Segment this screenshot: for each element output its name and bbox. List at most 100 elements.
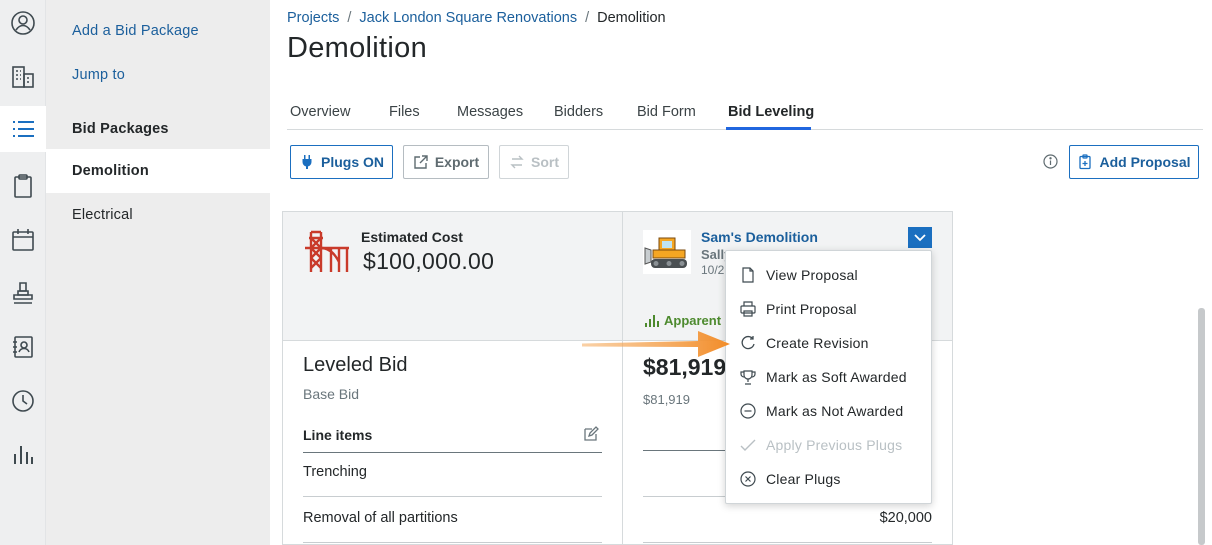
tab-bid-form[interactable]: Bid Form xyxy=(637,104,696,120)
menu-create-revision[interactable]: Create Revision xyxy=(726,326,931,360)
breadcrumb-project[interactable]: Jack London Square Renovations xyxy=(359,10,577,26)
column-divider xyxy=(622,212,623,545)
menu-item-label: Mark as Soft Awarded xyxy=(766,369,907,385)
sidebar: Add a Bid Package Jump to Bid Packages D… xyxy=(46,0,270,545)
bidder-row-value: $20,000 xyxy=(879,510,932,526)
sort-label: Sort xyxy=(531,154,559,170)
bidder-name-link[interactable]: Sam's Demolition xyxy=(701,229,818,245)
sort-icon xyxy=(510,155,524,169)
line-items-divider xyxy=(303,452,602,453)
edit-icon[interactable] xyxy=(583,426,599,442)
row-divider xyxy=(303,496,602,497)
tab-messages[interactable]: Messages xyxy=(457,104,523,120)
rail-contacts[interactable] xyxy=(0,324,46,370)
plugs-toggle-button[interactable]: Plugs ON xyxy=(290,145,393,179)
add-bid-package-link[interactable]: Add a Bid Package xyxy=(72,23,199,39)
bidder-contact: Sally xyxy=(701,247,725,262)
row-divider xyxy=(303,542,602,543)
rail-stamp[interactable] xyxy=(0,270,46,316)
menu-item-label: Apply Previous Plugs xyxy=(766,437,903,453)
row-divider xyxy=(643,496,733,497)
menu-item-label: Clear Plugs xyxy=(766,471,841,487)
line-item-trenching: Trenching xyxy=(303,464,367,480)
export-button[interactable]: Export xyxy=(403,145,489,179)
menu-print-proposal[interactable]: Print Proposal xyxy=(726,292,931,326)
chevron-down-icon xyxy=(914,233,926,241)
sidebar-item-demolition[interactable]: Demolition xyxy=(46,149,270,193)
plugs-label: Plugs ON xyxy=(320,154,384,170)
menu-apply-previous-plugs: Apply Previous Plugs xyxy=(726,428,931,462)
add-proposal-label: Add Proposal xyxy=(1099,154,1191,170)
tab-overview[interactable]: Overview xyxy=(290,104,350,120)
active-tab-indicator xyxy=(726,127,811,130)
jump-to-link[interactable]: Jump to xyxy=(72,67,125,83)
minus-circle-icon xyxy=(740,403,756,419)
list-icon xyxy=(13,121,34,137)
apparent-low-label: Apparent L xyxy=(664,313,724,328)
leveled-bid-title: Leveled Bid xyxy=(303,354,408,376)
export-icon xyxy=(414,155,428,169)
breadcrumb-separator: / xyxy=(347,10,352,26)
rail-buildings[interactable] xyxy=(0,54,46,100)
clock-icon xyxy=(12,390,34,412)
x-circle-icon xyxy=(740,471,756,487)
address-book-icon xyxy=(13,336,33,358)
line-item-removal: Removal of all partitions xyxy=(303,510,458,526)
bulldozer-icon xyxy=(643,230,691,274)
estimated-cost-value: $100,000.00 xyxy=(363,248,495,274)
estimated-cost-label: Estimated Cost xyxy=(361,229,463,245)
building-icon xyxy=(12,66,34,88)
rail-clipboard[interactable] xyxy=(0,163,46,209)
rail-calendar[interactable] xyxy=(0,217,46,263)
annotation-arrow xyxy=(582,331,730,357)
bidder-actions-menu: View Proposal Print Proposal Create Revi… xyxy=(725,250,932,504)
line-items-label: Line items xyxy=(303,427,373,443)
trophy-icon xyxy=(740,370,756,385)
tab-bar: Overview Files Messages Bidders Bid Form… xyxy=(287,96,1203,130)
apparent-low-badge: Apparent L xyxy=(644,313,724,328)
export-label: Export xyxy=(434,154,480,170)
bidder-line-items-divider xyxy=(643,450,733,451)
bar-chart-icon xyxy=(14,446,33,464)
sidebar-item-electrical[interactable]: Electrical xyxy=(46,193,270,237)
breadcrumb-projects[interactable]: Projects xyxy=(287,10,339,26)
page-title: Demolition xyxy=(287,32,427,64)
menu-item-label: Mark as Not Awarded xyxy=(766,403,904,419)
menu-item-label: View Proposal xyxy=(766,267,858,283)
row-divider xyxy=(643,542,932,543)
plug-icon xyxy=(302,155,312,169)
menu-item-label: Create Revision xyxy=(766,335,869,351)
bidder-actions-dropdown[interactable] xyxy=(908,227,932,248)
add-proposal-button[interactable]: Add Proposal xyxy=(1069,145,1199,179)
menu-mark-not-awarded[interactable]: Mark as Not Awarded xyxy=(726,394,931,428)
tab-bid-leveling[interactable]: Bid Leveling xyxy=(728,104,814,120)
clipboard-icon xyxy=(14,174,32,198)
signal-icon xyxy=(645,315,659,327)
menu-view-proposal[interactable]: View Proposal xyxy=(726,258,931,292)
breadcrumb-current: Demolition xyxy=(597,10,666,26)
breadcrumb: Projects / Jack London Square Renovation… xyxy=(287,10,666,26)
vertical-scrollbar[interactable] xyxy=(1198,308,1205,545)
breadcrumb-separator: / xyxy=(585,10,590,26)
calendar-icon xyxy=(12,229,34,251)
tab-bidders[interactable]: Bidders xyxy=(554,104,603,120)
user-circle-icon xyxy=(11,11,35,35)
refresh-icon xyxy=(741,335,755,350)
menu-item-label: Print Proposal xyxy=(766,301,857,317)
bridge-icon xyxy=(305,230,349,272)
menu-mark-soft-awarded[interactable]: Mark as Soft Awarded xyxy=(726,360,931,394)
rail-history[interactable] xyxy=(0,378,46,424)
bidder-date: 10/2 xyxy=(701,263,725,277)
rail-profile[interactable] xyxy=(0,0,46,46)
rail-bidding[interactable] xyxy=(0,106,46,152)
rail-reports[interactable] xyxy=(0,432,46,478)
sidebar-item-bid-packages[interactable]: Bid Packages xyxy=(46,107,270,151)
stamp-icon xyxy=(13,282,33,304)
menu-clear-plugs[interactable]: Clear Plugs xyxy=(726,462,931,496)
clipboard-plus-icon xyxy=(1079,154,1092,170)
info-icon[interactable] xyxy=(1043,154,1058,169)
checkmark-icon xyxy=(740,439,756,451)
icon-rail xyxy=(0,0,46,545)
sort-button[interactable]: Sort xyxy=(499,145,569,179)
tab-files[interactable]: Files xyxy=(389,104,420,120)
